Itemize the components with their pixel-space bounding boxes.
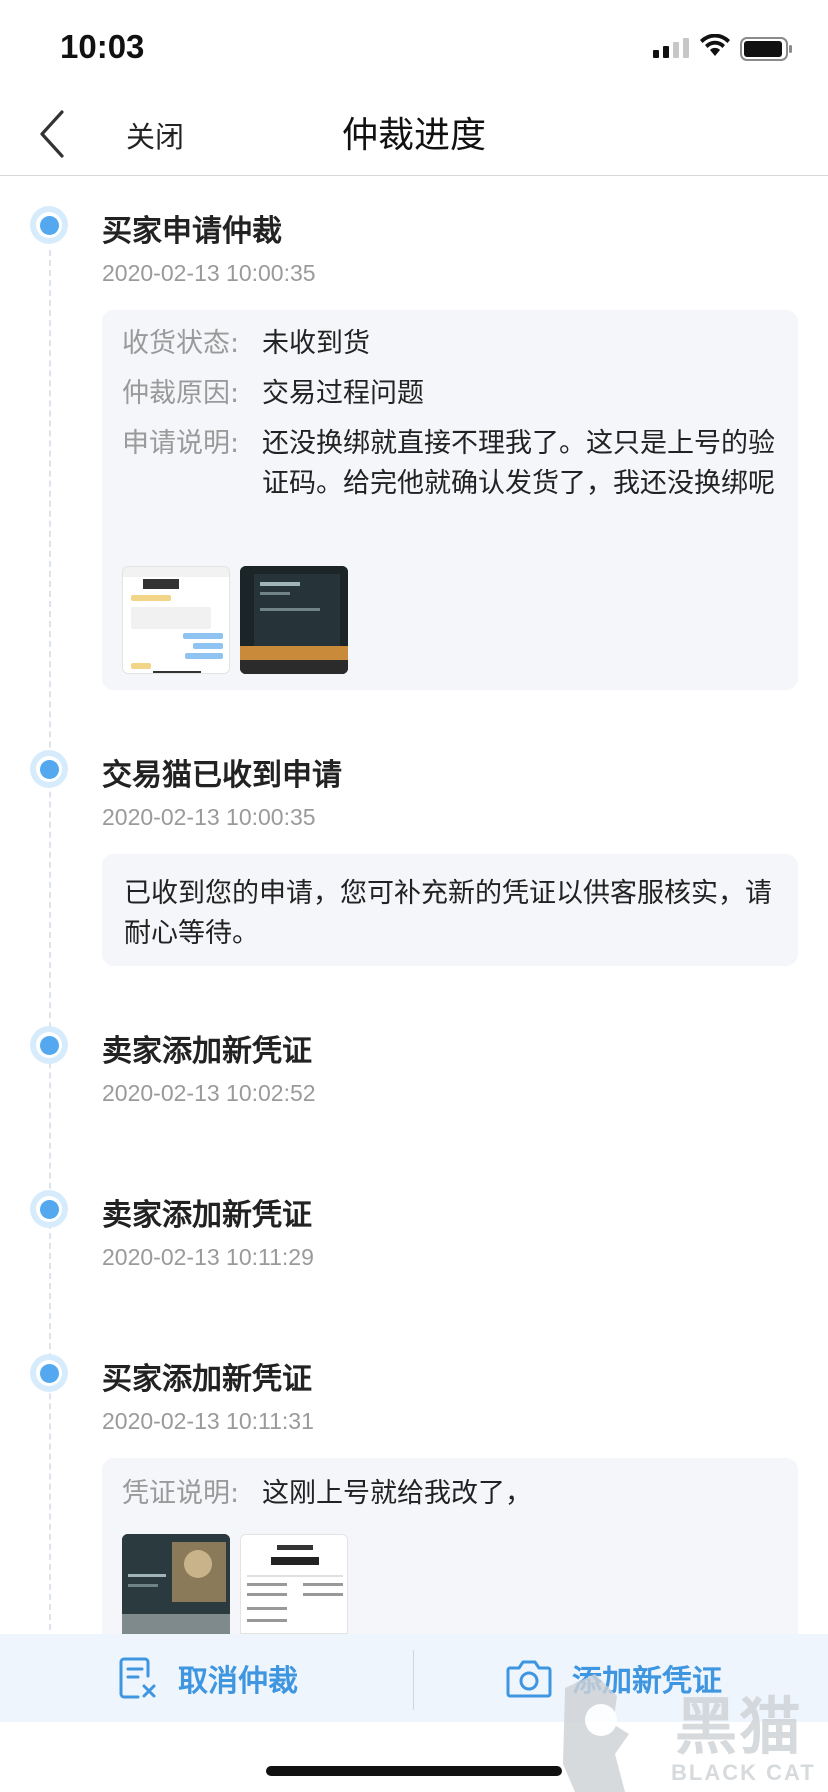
timeline-dot bbox=[30, 1354, 68, 1392]
status-bar: 10:03 bbox=[0, 0, 828, 96]
detail-row: 仲裁原因: 交易过程问题 bbox=[122, 374, 776, 414]
cancel-document-icon bbox=[119, 1657, 156, 1699]
step-time: 2020-02-13 10:02:52 bbox=[102, 1080, 316, 1106]
game-screen-photo-image bbox=[240, 566, 348, 674]
timeline-dot bbox=[30, 1026, 68, 1064]
detail-value: 交易过程问题 bbox=[262, 378, 424, 409]
step-title: 买家添加新凭证 bbox=[102, 1362, 312, 1397]
detail-value: 未收到货 bbox=[262, 328, 370, 359]
step-time: 2020-02-13 10:11:31 bbox=[102, 1408, 314, 1434]
detail-key: 申请说明: bbox=[122, 428, 240, 459]
timeline-dot bbox=[30, 750, 68, 788]
watermark-cn-text: 黑猫 bbox=[675, 1690, 804, 1763]
detail-key: 收货状态: bbox=[122, 328, 240, 359]
timeline-dot bbox=[30, 1190, 68, 1228]
cat-logo-icon bbox=[563, 1674, 629, 1792]
chat-screenshot-image bbox=[123, 567, 229, 673]
timeline-dot bbox=[30, 206, 68, 244]
cellular-signal-icon bbox=[653, 38, 689, 58]
status-note-text: 已收到您的申请，您可补充新的凭证以供客服核实，请耐心等待。 bbox=[124, 878, 772, 949]
camera-icon bbox=[506, 1660, 552, 1698]
detail-value: 还没换绑就直接不理我了。这只是上号的验证码。给完他就确认发货了，我还没换绑呢 bbox=[262, 428, 775, 499]
evidence-image-thumbnail[interactable] bbox=[122, 1534, 230, 1634]
evidence-image-thumbnail[interactable] bbox=[240, 566, 348, 674]
status-time: 10:03 bbox=[60, 28, 145, 65]
timeline-connector bbox=[49, 250, 51, 1630]
page-title: 仲裁进度 bbox=[341, 115, 486, 156]
step-time: 2020-02-13 10:11:29 bbox=[102, 1244, 314, 1270]
detail-row: 申请说明: 还没换绑就直接不理我了。这只是上号的验证码。给完他就确认发货了，我还… bbox=[122, 424, 776, 504]
black-cat-watermark: 黑猫 BLACK CAT bbox=[555, 1674, 828, 1792]
cancel-arbitration-button[interactable]: 取消仲裁 bbox=[118, 1634, 298, 1722]
cancel-arbitration-label: 取消仲裁 bbox=[178, 1664, 298, 1699]
evidence-image-thumbnail[interactable] bbox=[122, 566, 230, 674]
detail-row: 凭证说明: 这刚上号就给我改了， bbox=[122, 1474, 776, 1514]
wifi-icon bbox=[700, 34, 730, 56]
step-title: 卖家添加新凭证 bbox=[102, 1198, 312, 1233]
evidence-card: 凭证说明: 这刚上号就给我改了， bbox=[102, 1458, 798, 1634]
detail-key: 仲裁原因: bbox=[122, 378, 240, 409]
detail-value: 这刚上号就给我改了， bbox=[262, 1478, 532, 1509]
step-title: 交易猫已收到申请 bbox=[102, 758, 342, 793]
arbitration-detail-card: 收货状态: 未收到货 仲裁原因: 交易过程问题 申请说明: 还没换绑就直接不理我… bbox=[102, 310, 798, 690]
detail-key: 凭证说明: bbox=[122, 1478, 240, 1509]
detail-row: 收货状态: 未收到货 bbox=[122, 324, 776, 364]
battery-icon bbox=[740, 37, 792, 61]
step-time: 2020-02-13 10:00:35 bbox=[102, 804, 316, 830]
payment-receipt-image bbox=[241, 1535, 347, 1633]
navigation-bar: 关闭 仲裁进度 bbox=[0, 96, 828, 176]
status-note-card: 已收到您的申请，您可补充新的凭证以供客服核实，请耐心等待。 bbox=[102, 854, 798, 966]
game-screen-photo-image bbox=[122, 1534, 230, 1634]
step-time: 2020-02-13 10:00:35 bbox=[102, 260, 316, 286]
action-divider bbox=[413, 1650, 414, 1710]
watermark-en-text: BLACK CAT bbox=[671, 1760, 816, 1785]
home-indicator bbox=[266, 1766, 562, 1776]
evidence-image-thumbnail[interactable] bbox=[240, 1534, 348, 1634]
step-title: 卖家添加新凭证 bbox=[102, 1034, 312, 1069]
step-title: 买家申请仲裁 bbox=[102, 214, 282, 249]
